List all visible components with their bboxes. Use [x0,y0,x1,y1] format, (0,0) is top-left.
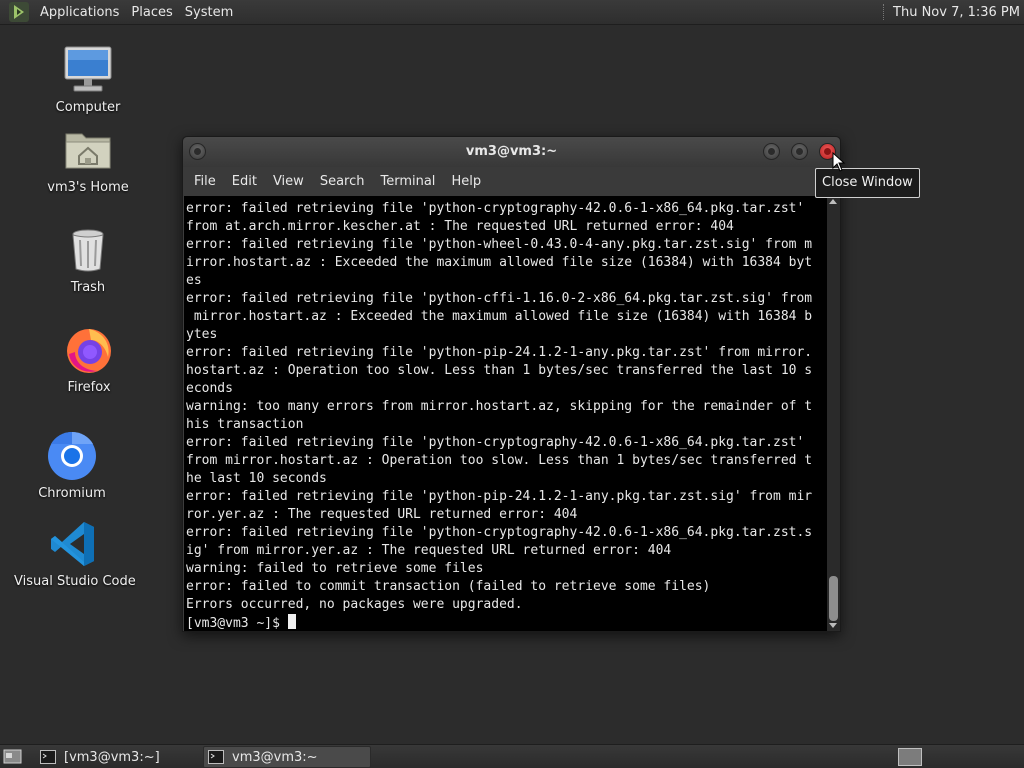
panel-menu: Applications Places System [0,0,239,25]
shell-prompt: [vm3@vm3 ~]$ [186,616,288,631]
terminal-line: Errors occurred, no packages were upgrad… [186,597,523,612]
system-menu[interactable]: System [179,0,239,25]
firefox-icon [67,329,111,373]
terminal-line: ror.yer.az : The requested URL returned … [186,507,578,522]
terminal-line: ytes [186,327,218,342]
terminal-output[interactable]: error: failed retrieving file 'python-cr… [184,196,827,631]
top-panel: Applications Places System Thu Nov 7, 1:… [0,0,1024,25]
terminal-line: from mirror.hostart.az : Operation too s… [186,453,813,468]
terminal-line: error: failed to commit transaction (fai… [186,579,711,594]
desktop-icon-label: Chromium [38,486,106,501]
show-desktop-icon[interactable] [3,748,22,765]
desktop-icon-label: Computer [55,100,121,115]
terminal-line: error: failed retrieving file 'python-pi… [186,345,813,360]
close-icon [824,148,831,155]
home-folder-icon [65,133,111,169]
terminal-menubar: File Edit View Search Terminal Help [183,167,840,196]
computer-icon [64,46,112,92]
desktop-icon-computer[interactable]: Computer [28,44,148,115]
terminal-line: error: failed retrieving file 'python-pi… [186,489,813,504]
menu-terminal[interactable]: Terminal [372,167,443,196]
workspace-switcher[interactable] [898,748,922,766]
terminal-line: error: failed retrieving file 'python-cr… [186,525,813,540]
terminal-line: his transaction [186,417,304,432]
close-window-tooltip: Close Window [815,168,920,198]
mouse-pointer-icon [832,152,846,172]
panel-right: Thu Nov 7, 1:36 PM [883,0,1024,25]
taskbar-item-label: [vm3@vm3:~] [64,749,160,765]
panel-separator [883,4,885,20]
applications-menu[interactable]: Applications [34,0,125,25]
taskbar-item-terminal-1[interactable]: [vm3@vm3:~] [36,746,198,768]
terminal-icon [208,750,224,764]
terminal-line: from at.arch.mirror.kescher.at : The req… [186,219,734,234]
desktop-icon-label: Visual Studio Code [14,574,136,589]
menu-file[interactable]: File [187,167,224,196]
terminal-line: ig' from mirror.yer.az : The requested U… [186,543,672,558]
menu-edit[interactable]: Edit [224,167,265,196]
desktop-icon-home[interactable]: vm3's Home [28,124,148,195]
terminal-line: error: failed retrieving file 'python-cf… [186,291,813,306]
vscode-icon [51,522,94,566]
panel-clock[interactable]: Thu Nov 7, 1:36 PM [893,5,1024,20]
desktop-icon-label: Trash [70,280,106,295]
trash-icon [72,229,104,272]
terminal-line: es [186,273,202,288]
minimize-icon [768,148,775,155]
maximize-button[interactable] [791,143,808,160]
minimize-button[interactable] [763,143,780,160]
desktop-icon-trash[interactable]: Trash [28,224,148,295]
places-menu[interactable]: Places [125,0,178,25]
terminal-line: he last 10 seconds [186,471,327,486]
terminal-icon [40,750,56,764]
desktop-icon-label: Firefox [67,380,111,395]
menu-search[interactable]: Search [312,167,373,196]
window-titlebar[interactable]: vm3@vm3:~ [183,137,840,167]
terminal-line: mirror.hostart.az : Exceeded the maximum… [186,309,813,324]
desktop-icon-vscode[interactable]: Visual Studio Code [14,518,136,589]
chromium-icon [48,431,96,480]
taskbar-item-terminal-2[interactable]: vm3@vm3:~ [203,746,371,768]
menu-help[interactable]: Help [443,167,489,196]
terminal-line: error: failed retrieving file 'python-wh… [186,237,813,252]
terminal-line: irror.hostart.az : Exceeded the maximum … [186,255,813,270]
text-cursor [287,614,296,629]
maximize-icon [796,148,803,155]
menu-view[interactable]: View [265,167,312,196]
terminal-line: warning: failed to retrieve some files [186,561,484,576]
terminal-prompt-line[interactable]: [vm3@vm3 ~]$ [186,614,827,631]
desktop-icon-firefox[interactable]: Firefox [29,324,149,395]
terminal-line: econds [186,381,233,396]
terminal-line: error: failed retrieving file 'python-cr… [186,201,805,216]
terminal-line: warning: too many errors from mirror.hos… [186,399,813,414]
window-title: vm3@vm3:~ [465,144,558,159]
desktop-icon-chromium[interactable]: Chromium [12,430,132,501]
terminal-line: error: failed retrieving file 'python-cr… [186,435,805,450]
scroll-up-arrow-icon[interactable] [829,199,837,204]
terminal-line: hostart.az : Operation too slow. Less th… [186,363,813,378]
bottom-panel: [vm3@vm3:~] vm3@vm3:~ [0,744,1024,768]
taskbar-item-label: vm3@vm3:~ [232,749,318,765]
scroll-down-arrow-icon[interactable] [829,623,837,628]
terminal-window[interactable]: vm3@vm3:~ File Edit View Search Terminal… [182,136,841,632]
terminal-scrollbar[interactable] [827,196,840,631]
distro-logo-icon[interactable] [8,1,30,23]
desktop-icon-label: vm3's Home [47,180,129,195]
scrollbar-thumb[interactable] [829,576,838,621]
